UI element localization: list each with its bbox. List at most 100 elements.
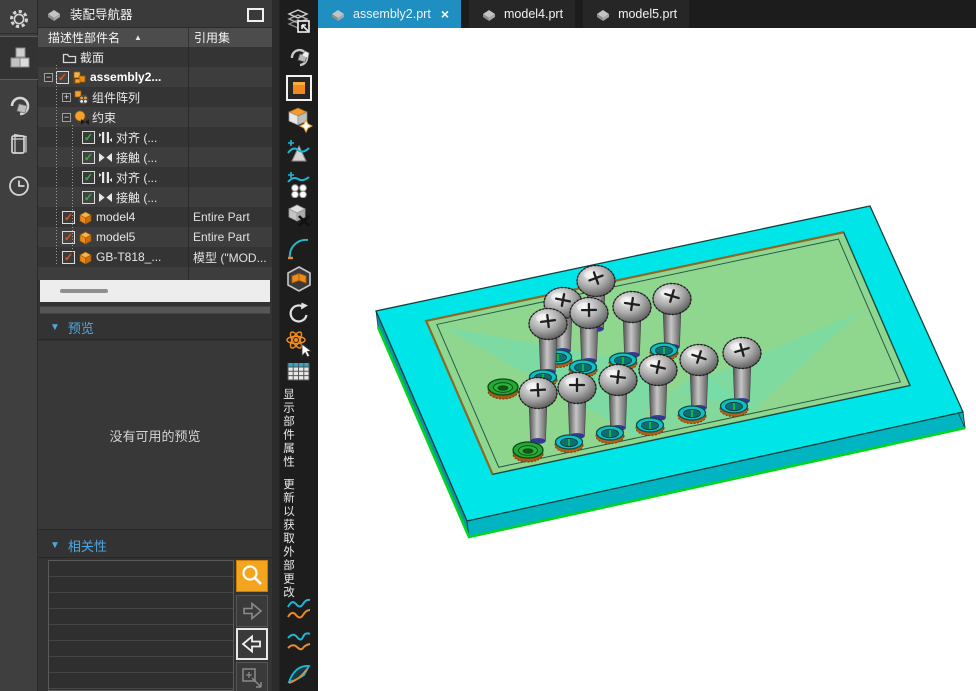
assembly-navigator-panel: 装配导航器 描述性部件名 ▲ 引用集 截面 − ✓ assembly2... + 组件阵列… xyxy=(38,0,272,691)
dependency-row xyxy=(49,609,233,625)
visibility-checkbox[interactable]: ✓ xyxy=(62,210,75,224)
part-icon xyxy=(595,6,611,22)
color-swatch-icon xyxy=(285,74,313,102)
toolbar-cone-curve-button[interactable] xyxy=(285,138,313,166)
visibility-checkbox[interactable]: ✓ xyxy=(82,190,95,204)
tab-model5-prt[interactable]: model5.prt xyxy=(583,0,690,28)
toolbar-spline-pair-1-button[interactable] xyxy=(285,596,313,624)
constraint-navigator-icon xyxy=(6,90,32,116)
node-label: model4 xyxy=(96,210,136,224)
expander-minus-icon[interactable]: − xyxy=(44,72,53,82)
visibility-checkbox[interactable]: ✓ xyxy=(62,230,75,244)
toolbar-data-grid-button[interactable] xyxy=(285,358,313,386)
dependency-row xyxy=(49,625,233,641)
toolbar-layers-edit-button[interactable] xyxy=(285,7,313,35)
graphics-viewport[interactable] xyxy=(318,28,976,691)
node-label: GB-T818_... xyxy=(96,250,162,264)
panel-edge-gap xyxy=(272,0,280,691)
green-hole xyxy=(487,378,519,400)
dependencies-search-button[interactable] xyxy=(236,560,268,592)
tree-row-接触[interactable]: ✓ 接触 (... xyxy=(38,147,272,167)
tree-empty-row xyxy=(38,267,272,280)
tree-row-接触[interactable]: ✓ 接触 (... xyxy=(38,187,272,207)
cone-curve-icon xyxy=(285,138,313,166)
toolbar-show-part-properties-button[interactable]: 显示部件属性 xyxy=(280,388,318,469)
tree-row-model4[interactable]: ✓ model4 Entire Part xyxy=(38,207,272,227)
tree-row-组件阵列[interactable]: + 组件阵列 xyxy=(38,87,272,107)
touch-icon xyxy=(98,190,113,205)
history-clock-icon xyxy=(6,173,32,199)
scrollbar-thumb[interactable] xyxy=(60,289,108,293)
dock-item-constraint-navigator[interactable] xyxy=(0,82,38,124)
visibility-checkbox[interactable]: ✓ xyxy=(56,70,69,84)
tree-row-约束[interactable]: − 约束 xyxy=(38,107,272,127)
tab-close-icon[interactable]: × xyxy=(441,6,449,22)
reference-set-cell: Entire Part xyxy=(193,210,250,224)
folder-icon xyxy=(62,50,77,65)
tree-connector-line xyxy=(72,125,73,253)
collapse-triangle-icon: ▼ xyxy=(50,540,60,551)
collapse-triangle-icon: ▼ xyxy=(50,322,60,333)
visibility-checkbox[interactable]: ✓ xyxy=(82,130,95,144)
tree-horizontal-scrollbar[interactable] xyxy=(40,280,270,302)
dependencies-area xyxy=(38,558,272,691)
dependencies-back-arrow-button[interactable] xyxy=(236,628,268,660)
left-dock-bar xyxy=(0,0,38,691)
toolbar-refresh-button[interactable] xyxy=(285,300,313,328)
dependencies-list[interactable] xyxy=(48,560,234,691)
tree-row-对齐[interactable]: ✓ 对齐 (... xyxy=(38,167,272,187)
dock-item-settings-gear[interactable] xyxy=(0,4,38,34)
assembly-navigator-icon xyxy=(6,45,32,71)
node-label: model5 xyxy=(96,230,136,244)
dependency-row xyxy=(49,657,233,673)
visibility-checkbox[interactable]: ✓ xyxy=(82,170,95,184)
preview-section-header[interactable]: ▼ 预览 xyxy=(38,316,272,340)
column-reference-set[interactable]: 引用集 xyxy=(188,28,272,47)
expander-minus-icon[interactable]: − xyxy=(62,112,71,122)
tree-row-assembly2[interactable]: − ✓ assembly2... xyxy=(38,67,272,87)
layers-edit-icon xyxy=(285,7,313,35)
swept-surface-icon xyxy=(285,660,313,688)
spline-pair-1-icon xyxy=(285,596,313,624)
expander-plus-icon[interactable]: + xyxy=(62,92,71,102)
column-divider xyxy=(188,47,189,280)
toolbar-new-component-cube-button[interactable] xyxy=(285,105,313,133)
dock-item-assembly-navigator[interactable] xyxy=(0,36,38,80)
dock-item-history-book[interactable] xyxy=(0,124,38,166)
toolbar-pattern-circles-button[interactable] xyxy=(285,170,313,198)
visibility-checkbox[interactable]: ✓ xyxy=(82,150,95,164)
panel-part-icon xyxy=(46,6,62,22)
visibility-checkbox[interactable]: ✓ xyxy=(62,250,75,264)
column-descriptive-part-name[interactable]: 描述性部件名 ▲ xyxy=(38,29,188,46)
toolbar-spline-pair-2-button[interactable] xyxy=(285,628,313,656)
part-icon xyxy=(78,230,93,245)
dependencies-section-header[interactable]: ▼ 相关性 xyxy=(38,534,272,558)
toolbar-swept-surface-button[interactable] xyxy=(285,660,313,688)
search-icon xyxy=(238,562,266,590)
dock-item-history-clock[interactable] xyxy=(0,166,38,206)
tab-model4-prt[interactable]: model4.prt xyxy=(469,0,576,28)
tab-assembly2-prt[interactable]: assembly2.prt × xyxy=(318,0,461,28)
part-icon xyxy=(78,250,93,265)
tree-row-model5[interactable]: ✓ model5 Entire Part xyxy=(38,227,272,247)
toolbar-workpart-hex-book-button[interactable] xyxy=(285,265,313,293)
tree-row-截面[interactable]: 截面 xyxy=(38,47,272,67)
panel-float-button[interactable] xyxy=(247,8,264,22)
counterbore-hole xyxy=(719,398,749,417)
toolbar-color-swatch-button[interactable] xyxy=(285,74,313,102)
delete-cube-icon xyxy=(285,201,313,229)
node-label: 对齐 (... xyxy=(116,170,158,185)
node-label: 接触 (... xyxy=(116,150,158,165)
toolbar-move-component-atom-button[interactable] xyxy=(285,330,313,358)
toolbar-update-external-changes-button[interactable]: 更新以获取外部更改 xyxy=(280,478,318,600)
tree-row-对齐[interactable]: ✓ 对齐 (... xyxy=(38,127,272,147)
panel-splitter[interactable] xyxy=(40,306,270,314)
toolbar-arc-fillet-button[interactable] xyxy=(285,235,313,263)
toolbar-clamp-load-button[interactable] xyxy=(285,41,313,69)
pattern-circles-icon xyxy=(285,170,313,198)
assembly-tree: 截面 − ✓ assembly2... + 组件阵列 − 约束 ✓ 对齐 (... ✓ 接触 (...… xyxy=(38,47,272,280)
data-grid-icon xyxy=(285,358,313,386)
toolbar-delete-cube-button[interactable] xyxy=(285,201,313,229)
dependency-row xyxy=(49,577,233,593)
tree-row-gb-t818_[interactable]: ✓ GB-T818_... 模型 ("MOD... xyxy=(38,247,272,267)
